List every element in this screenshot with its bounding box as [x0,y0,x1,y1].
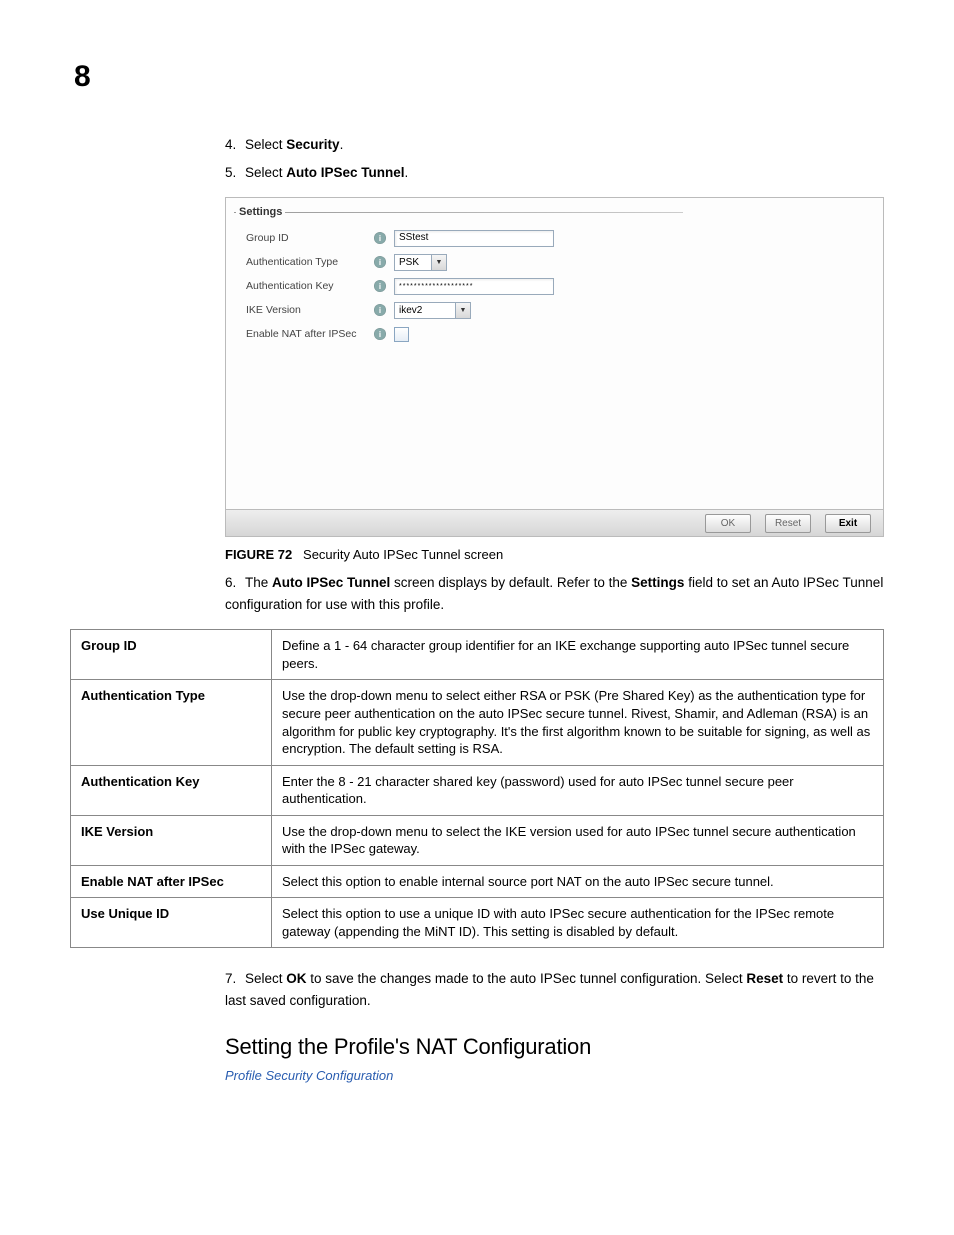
t: screen displays by default. Refer to the [390,575,631,590]
table-row: Enable NAT after IPSecSelect this option… [71,865,884,898]
cell-val: Use the drop-down menu to select either … [272,680,884,765]
cell-val: Use the drop-down menu to select the IKE… [272,815,884,865]
step-bold: Security [286,137,339,152]
section-heading: Setting the Profile's NAT Configuration [225,1034,884,1060]
step-7-list: 7.Select OK to save the changes made to … [225,968,884,1011]
label-auth-key: Authentication Key [246,280,374,292]
step-6: 6.The Auto IPSec Tunnel screen displays … [225,572,884,615]
row-group-id: Group ID i SStest [246,226,863,250]
step-5: 5.Select Auto IPSec Tunnel. [225,162,884,184]
cell-val: Define a 1 - 64 character group identifi… [272,630,884,680]
step-number: 6. [225,572,245,594]
step-6-list: 6.The Auto IPSec Tunnel screen displays … [225,572,884,615]
select-ike-version[interactable]: ikev2 ▼ [394,302,471,319]
table-row: Authentication KeyEnter the 8 - 21 chara… [71,765,884,815]
cell-val: Select this option to use a unique ID wi… [272,898,884,948]
info-icon[interactable]: i [374,280,386,292]
info-icon[interactable]: i [374,232,386,244]
table-row: Authentication TypeUse the drop-down men… [71,680,884,765]
cell-key: Authentication Type [71,680,272,765]
t: to save the changes made to the auto IPS… [307,971,747,986]
label-group-id: Group ID [246,232,374,244]
step-7: 7.Select OK to save the changes made to … [225,968,884,1011]
select-auth-type-value: PSK [395,257,431,268]
info-icon[interactable]: i [374,304,386,316]
figure-label: FIGURE 72 [225,547,292,562]
row-auth-key: Authentication Key i *******************… [246,274,863,298]
step-bold: Auto IPSec Tunnel [286,165,404,180]
row-enable-nat: Enable NAT after IPSec i [246,322,863,346]
b: Settings [631,575,684,590]
input-group-id[interactable]: SStest [394,230,554,247]
step-text: Select [245,165,286,180]
info-icon[interactable]: i [374,256,386,268]
info-icon[interactable]: i [374,328,386,340]
settings-description-table: Group IDDefine a 1 - 64 character group … [70,629,884,948]
exit-button[interactable]: Exit [825,514,871,533]
settings-legend: Settings [236,206,285,218]
b: Auto IPSec Tunnel [272,575,390,590]
step-suffix: . [405,165,409,180]
t: Select [245,971,286,986]
step-4: 4.Select Security. [225,134,884,156]
table-row: Group IDDefine a 1 - 64 character group … [71,630,884,680]
chevron-down-icon: ▼ [431,255,446,270]
figure-caption-text: Security Auto IPSec Tunnel screen [303,547,503,562]
label-auth-type: Authentication Type [246,256,374,268]
step-number: 7. [225,968,245,990]
chapter-number: 8 [74,60,884,94]
cell-key: IKE Version [71,815,272,865]
table-row: IKE VersionUse the drop-down menu to sel… [71,815,884,865]
reset-button[interactable]: Reset [765,514,811,533]
b: OK [286,971,306,986]
table-row: Use Unique IDSelect this option to use a… [71,898,884,948]
ok-button[interactable]: OK [705,514,751,533]
profile-security-config-link[interactable]: Profile Security Configuration [225,1068,884,1083]
cell-key: Enable NAT after IPSec [71,865,272,898]
fieldset-rule [234,212,683,213]
cell-key: Use Unique ID [71,898,272,948]
cell-val: Enter the 8 - 21 character shared key (p… [272,765,884,815]
step-number: 5. [225,162,245,184]
step-number: 4. [225,134,245,156]
cell-key: Group ID [71,630,272,680]
input-auth-key[interactable]: ******************** [394,278,554,295]
row-auth-type: Authentication Type i PSK ▼ [246,250,863,274]
t: The [245,575,272,590]
b: Reset [746,971,783,986]
step-text: Select [245,137,286,152]
chevron-down-icon: ▼ [455,303,470,318]
select-ike-value: ikev2 [395,305,455,316]
settings-screenshot: Settings Group ID i SStest Authenticatio… [225,197,884,537]
cell-key: Authentication Key [71,765,272,815]
row-ike-version: IKE Version i ikev2 ▼ [246,298,863,322]
label-ike-version: IKE Version [246,304,374,316]
step-suffix: . [340,137,344,152]
select-auth-type[interactable]: PSK ▼ [394,254,447,271]
label-enable-nat: Enable NAT after IPSec [246,328,374,340]
figure-caption: FIGURE 72 Security Auto IPSec Tunnel scr… [225,547,884,562]
dialog-footer: OK Reset Exit [226,509,883,536]
steps-list-top: 4.Select Security. 5.Select Auto IPSec T… [225,134,884,183]
cell-val: Select this option to enable internal so… [272,865,884,898]
checkbox-enable-nat[interactable] [394,327,409,342]
